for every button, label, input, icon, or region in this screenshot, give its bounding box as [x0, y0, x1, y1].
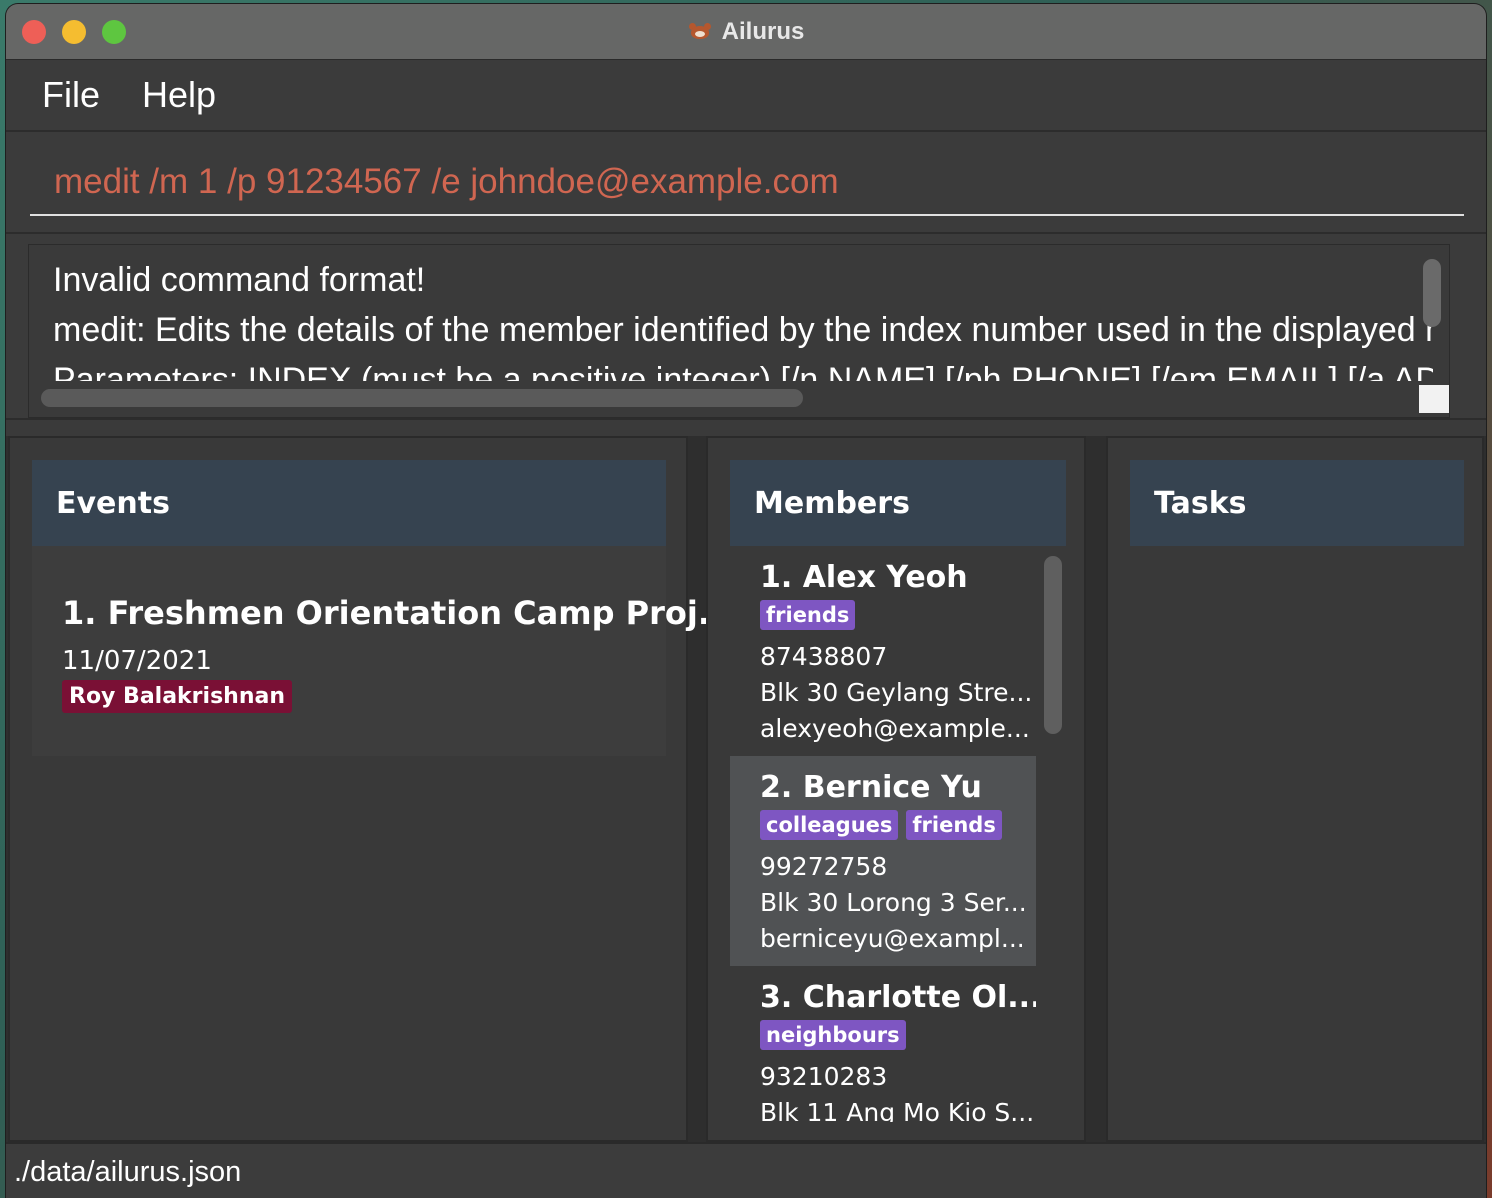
event-card[interactable]: 1. Freshmen Orientation Camp Proj... 11/…: [32, 546, 734, 756]
member-name: 1. Alex Yeoh: [760, 560, 968, 595]
tasks-panel: Tasks: [1106, 436, 1484, 1142]
save-location: ./data/ailurus.json: [14, 1156, 242, 1188]
result-line: Invalid command format!: [53, 261, 426, 299]
member-card[interactable]: 1. Alex Yeoh friends 87438807 Blk 30 Gey…: [730, 546, 1036, 756]
member-tag: friends: [760, 600, 856, 630]
result-display-area: Invalid command format! medit: Edits the…: [6, 234, 1486, 420]
events-panel: Events 1. Freshmen Orientation Camp Proj…: [8, 436, 734, 1142]
menu-help[interactable]: Help: [142, 74, 216, 116]
member-email: berniceyu@exampl...: [760, 924, 1025, 953]
result-horizontal-scrollbar[interactable]: [41, 389, 803, 407]
member-tags: colleagues friends: [760, 810, 1002, 840]
event-date: 11/07/2021: [62, 646, 212, 676]
member-email: alexyeoh@example...: [760, 714, 1030, 743]
command-box: [6, 132, 1486, 234]
title-bar: Ailurus: [6, 4, 1486, 60]
member-address: Blk 11 Ang Mo Kio S...: [760, 1098, 1035, 1122]
member-tag: neighbours: [760, 1020, 906, 1050]
result-line: medit: Edits the details of the member i…: [53, 311, 1433, 349]
member-card[interactable]: 3. Charlotte Ol... neighbours 93210283 B…: [730, 966, 1036, 1122]
member-tag: colleagues: [760, 810, 899, 840]
red-panda-icon: [688, 23, 712, 41]
member-tag: friends: [906, 810, 1002, 840]
member-address: Blk 30 Lorong 3 Ser...: [760, 888, 1027, 917]
result-text: Invalid command format! medit: Edits the…: [53, 255, 1433, 381]
result-line: Parameters: INDEX (must be a positive in…: [53, 361, 1433, 381]
event-participant-tag: Roy Balakrishnan: [62, 680, 293, 713]
member-address: Blk 30 Geylang Stre...: [760, 678, 1033, 707]
lists-area: Events 1. Freshmen Orientation Camp Proj…: [6, 436, 1486, 1142]
menu-bar: File Help: [6, 60, 1486, 132]
members-header: Members: [730, 460, 1066, 546]
member-phone: 99272758: [760, 852, 888, 881]
members-list: 1. Alex Yeoh friends 87438807 Blk 30 Gey…: [730, 546, 1036, 1122]
member-tags: friends: [760, 600, 856, 630]
member-phone: 87438807: [760, 642, 888, 671]
member-tags: neighbours: [760, 1020, 906, 1050]
status-bar: ./data/ailurus.json: [6, 1142, 1486, 1198]
window-title: Ailurus: [721, 18, 805, 45]
event-title: 1. Freshmen Orientation Camp Proj...: [62, 594, 735, 632]
tasks-header: Tasks: [1130, 460, 1464, 546]
events-header: Events: [32, 460, 666, 546]
member-card-selected[interactable]: 2. Bernice Yu colleagues friends 9927275…: [730, 756, 1036, 966]
command-input[interactable]: [30, 150, 1464, 216]
members-scrollbar[interactable]: [1044, 556, 1062, 734]
member-name: 2. Bernice Yu: [760, 770, 982, 805]
result-vertical-scrollbar[interactable]: [1423, 259, 1441, 327]
member-phone: 93210283: [760, 1062, 888, 1091]
menu-file[interactable]: File: [42, 74, 100, 116]
members-panel: Members 1. Alex Yeoh friends 87438807 Bl…: [706, 436, 1086, 1142]
result-display: Invalid command format! medit: Edits the…: [28, 244, 1450, 418]
app-window: Ailurus File Help Invalid command format…: [6, 4, 1486, 1198]
member-name: 3. Charlotte Ol...: [760, 980, 1036, 1015]
window-title-group: Ailurus: [6, 4, 1486, 60]
scroll-corner: [1419, 385, 1449, 413]
